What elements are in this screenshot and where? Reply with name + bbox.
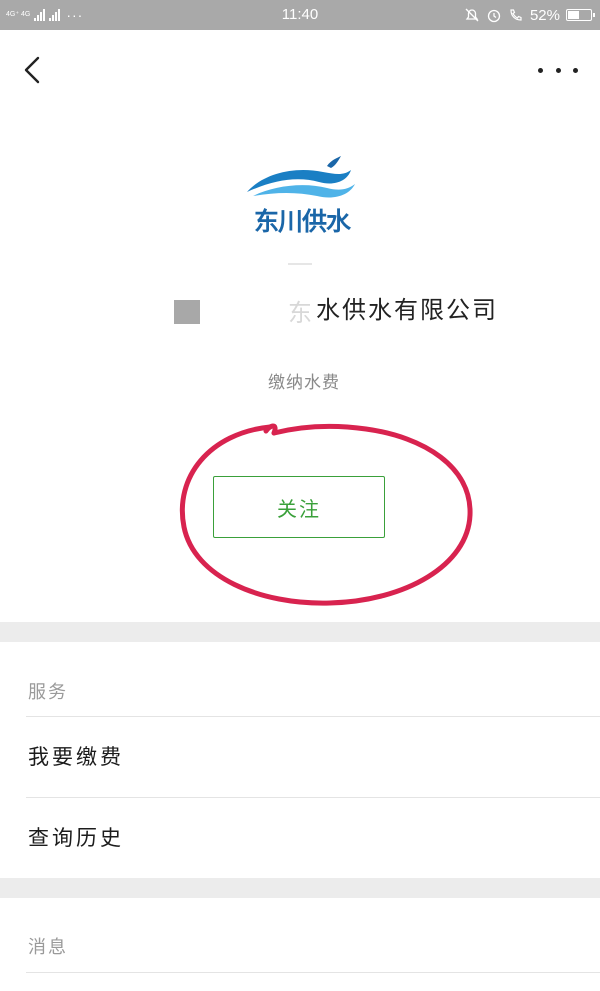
battery-percent: 52%	[529, 6, 560, 24]
messages-section-title: 消息	[28, 937, 68, 958]
menu-item-query-history[interactable]: 查询历史	[0, 798, 600, 878]
divider	[26, 972, 600, 973]
silent-bell-icon	[465, 8, 479, 22]
alarm-clock-icon	[487, 9, 501, 23]
menu-item-pay-bill[interactable]: 我要缴费	[0, 717, 600, 797]
divider-mark	[288, 263, 312, 265]
hd-call-icon	[510, 9, 522, 21]
more-options-button[interactable]	[538, 58, 578, 82]
section-gap	[0, 622, 600, 642]
battery-fill	[568, 11, 579, 19]
redaction-block	[174, 300, 200, 324]
blurred-text: 东	[288, 299, 312, 327]
more-dot	[538, 67, 543, 73]
follow-button[interactable]: 关注	[213, 476, 385, 538]
account-description: 缴纳水费	[268, 373, 340, 393]
menu-item-label: 我要缴费	[28, 745, 124, 769]
more-dot	[555, 67, 561, 73]
back-button[interactable]	[18, 52, 48, 88]
section-gap	[0, 878, 600, 898]
more-dot	[573, 67, 578, 73]
company-logo: 东川供水	[243, 152, 361, 236]
menu-item-label: 查询历史	[28, 826, 124, 850]
chevron-left-icon	[24, 56, 40, 84]
status-right: 52%	[464, 0, 595, 30]
follow-button-label: 关注	[277, 496, 321, 521]
services-section-title: 服务	[28, 682, 68, 703]
battery-icon	[566, 9, 595, 21]
company-name: 水供水有限公司	[316, 296, 498, 324]
status-bar: 4G⁺ 4G ··· 11:40 52%	[0, 0, 600, 30]
water-wave-logo-icon	[247, 156, 355, 198]
logo-text: 东川供水	[253, 207, 351, 236]
account-profile-page: 4G⁺ 4G ··· 11:40 52% 东川供水 东 水供水有限公司 缴纳水费…	[0, 0, 600, 991]
